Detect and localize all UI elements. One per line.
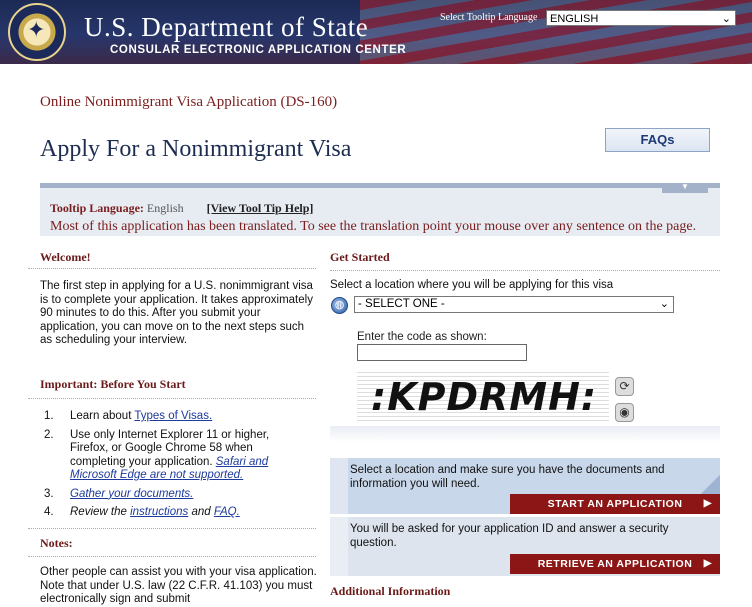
list-item: 4. Review the instructions and FAQ.: [44, 506, 304, 520]
captcha-code-input[interactable]: [357, 344, 527, 361]
faqs-button[interactable]: FAQs: [605, 128, 710, 152]
retrieve-application-label: RETRIEVE AN APPLICATION: [537, 558, 693, 570]
types-of-visas-link[interactable]: Types of Visas.: [134, 410, 212, 422]
list-number: 1.: [44, 410, 54, 422]
translation-message: Most of this application has been transl…: [50, 219, 697, 234]
app-name: Online Nonimmigrant Visa Application (DS…: [40, 94, 338, 110]
list-number: 3.: [44, 487, 54, 500]
location-label: Select a location where you will be appl…: [330, 279, 614, 291]
start-application-text: Select a location and make sure you have…: [350, 464, 665, 490]
collapse-tab[interactable]: ▼: [662, 183, 708, 193]
divider: [28, 528, 316, 529]
start-application-label: START AN APPLICATION: [547, 498, 683, 510]
list-text: Learn about: [70, 410, 135, 422]
notes-text: Other people can assist you with your vi…: [40, 566, 317, 605]
audio-icon[interactable]: ◉: [615, 403, 634, 422]
list-text: Review the: [70, 506, 131, 518]
list-item: 2. Use only Internet Explorer 11 or high…: [44, 429, 304, 483]
chevron-down-icon: ⌄: [659, 298, 669, 310]
divider: [28, 556, 316, 557]
retrieve-application-text: You will be asked for your application I…: [350, 523, 669, 549]
captcha-text: :KPDRMH:: [371, 375, 598, 419]
page-title: Apply For a Nonimmigrant Visa: [40, 136, 352, 162]
welcome-text: The first step in applying for a U.S. no…: [40, 280, 313, 346]
site-title: U.S. Department of State: [84, 12, 369, 42]
important-heading: Important: Before You Start: [40, 377, 186, 391]
tooltip-language-value: ENGLISH: [550, 13, 599, 25]
refresh-icon[interactable]: ⟳: [615, 377, 634, 396]
divider: [28, 268, 316, 269]
tooltip-bar: ▼ Tooltip Language: English [View Tool T…: [40, 183, 720, 236]
additional-info-heading: Additional Information: [330, 584, 451, 598]
faq-link[interactable]: FAQ.: [214, 506, 240, 518]
divider: [330, 270, 720, 271]
globe-icon: ◍: [331, 297, 348, 314]
welcome-heading: Welcome!: [40, 250, 91, 264]
location-select[interactable]: - SELECT ONE - ⌄: [354, 296, 674, 313]
captcha-divider: [330, 426, 720, 442]
seal-logo: ✦: [8, 3, 66, 61]
divider: [28, 398, 316, 399]
tooltip-language-label: Select Tooltip Language: [440, 12, 538, 23]
chevron-down-icon: ⌄: [721, 13, 731, 25]
captcha-code-label: Enter the code as shown:: [357, 331, 487, 343]
tooltip-language-current: English: [146, 201, 184, 215]
eagle-icon: ✦: [27, 18, 46, 43]
instructions-link[interactable]: instructions: [130, 506, 188, 518]
list-text: and: [188, 506, 214, 518]
list-number: 4.: [44, 506, 54, 518]
retrieve-application-panel: You will be asked for your application I…: [330, 517, 720, 576]
list-item: 1. Learn about Types of Visas.: [44, 410, 304, 424]
arrow-right-icon: ▶: [703, 558, 712, 569]
tooltip-language-select[interactable]: ENGLISH ⌄: [546, 10, 736, 26]
tooltip-language-key: Tooltip Language:: [50, 201, 144, 215]
start-application-button[interactable]: START AN APPLICATION ▶: [510, 494, 720, 514]
location-value: - SELECT ONE -: [358, 298, 445, 310]
list-number: 2.: [44, 428, 54, 441]
get-started-heading: Get Started: [330, 250, 390, 264]
start-application-panel: Select a location and make sure you have…: [330, 458, 720, 514]
site-banner: ✦ U.S. Department of State CONSULAR ELEC…: [0, 0, 752, 64]
captcha-image: :KPDRMH:: [357, 372, 609, 424]
list-item: 3. Gather your documents.: [44, 488, 304, 502]
gather-documents-link[interactable]: Gather your documents.: [70, 488, 193, 500]
before-you-start-list: 1. Learn about Types of Visas. 2. Use on…: [44, 410, 304, 525]
arrow-right-icon: ▶: [703, 498, 712, 509]
view-tooltip-help-link[interactable]: [View Tool Tip Help]: [207, 201, 314, 215]
notes-heading: Notes:: [40, 536, 73, 550]
retrieve-application-button[interactable]: RETRIEVE AN APPLICATION ▶: [510, 554, 720, 574]
tooltip-language-row: Tooltip Language: English [View Tool Tip…: [50, 201, 313, 216]
site-subtitle: CONSULAR ELECTRONIC APPLICATION CENTER: [110, 44, 407, 56]
